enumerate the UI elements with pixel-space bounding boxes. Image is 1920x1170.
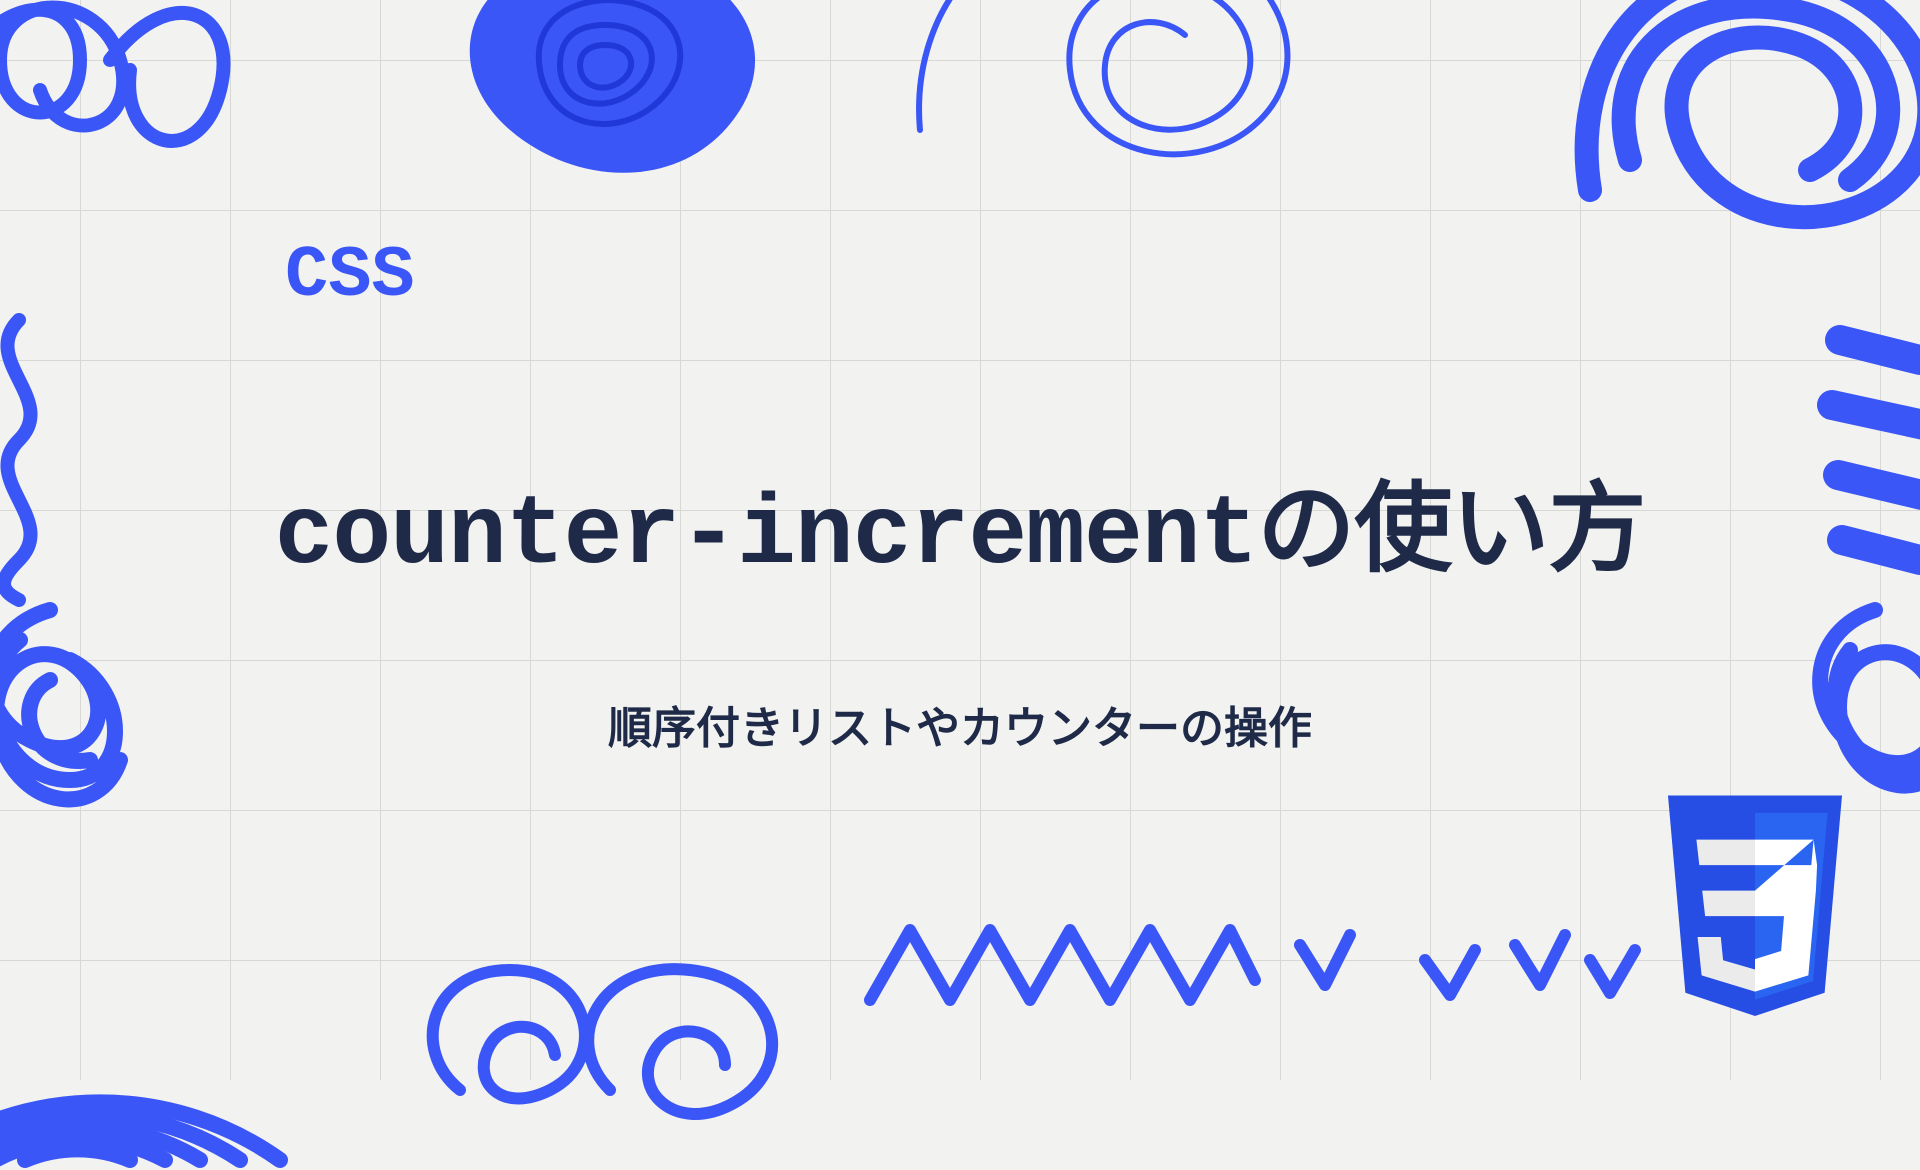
content-area: counter-incrementの使い方 順序付きリストやカウンターの操作	[0, 0, 1920, 1080]
page-subtitle: 順序付きリストやカウンターの操作	[608, 692, 1312, 757]
css3-logo-icon	[1650, 795, 1860, 1040]
page-title: counter-incrementの使い方	[275, 449, 1646, 592]
